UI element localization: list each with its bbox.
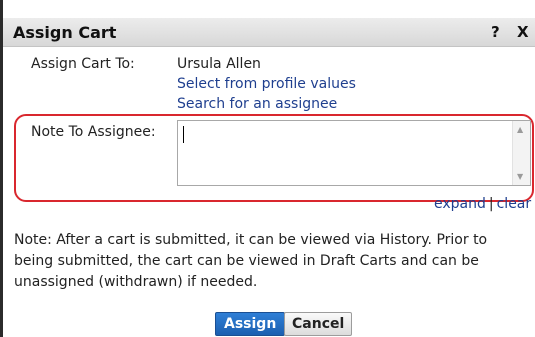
note-textarea-container: ▲ ▼ [177,120,531,186]
scroll-up-icon[interactable]: ▲ [517,125,523,134]
dialog-titlebar: Assign Cart ? X [3,18,535,47]
assign-button[interactable]: Assign [215,312,286,336]
textarea-actions: expand | clear [434,196,531,212]
info-note: Note: After a cart is submitted, it can … [14,232,488,290]
search-assignee-link[interactable]: Search for an assignee [177,96,337,112]
close-button[interactable]: X [517,23,529,41]
expand-link[interactable]: expand [434,196,486,212]
clear-link[interactable]: clear [497,196,532,212]
assignee-name: Ursula Allen [177,56,261,72]
select-from-profile-link[interactable]: Select from profile values [177,76,356,92]
note-textarea[interactable] [178,121,514,185]
help-button[interactable]: ? [491,23,500,41]
dialog-title: Assign Cart [13,23,117,42]
assign-cart-to-label: Assign Cart To: [31,56,135,72]
scroll-down-icon[interactable]: ▼ [517,172,523,181]
separator: | [488,196,494,212]
text-cursor [183,126,184,143]
note-to-assignee-label: Note To Assignee: [31,124,156,140]
cancel-button[interactable]: Cancel [284,312,353,336]
assign-cart-dialog: Assign Cart ? X Assign Cart To: Ursula A… [0,0,535,337]
textarea-scrollbar[interactable]: ▲ ▼ [512,121,530,185]
